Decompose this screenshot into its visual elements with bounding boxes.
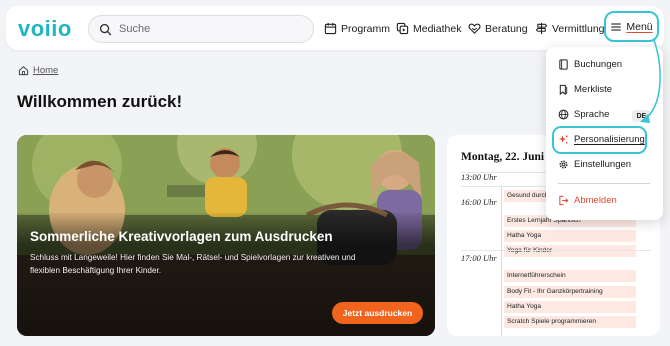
menu-item-merkliste[interactable]: Merkliste [558, 84, 612, 95]
media-library-icon [396, 22, 409, 35]
nav-programm-label: Programm [341, 22, 391, 35]
time-slot-1300: 13:00 Uhr [461, 172, 497, 182]
menu-button-label: Menü [626, 20, 653, 33]
nav-programm[interactable]: Programm [324, 22, 390, 35]
menu-item-label: Einstellungen [574, 159, 632, 170]
event-item[interactable]: Hatha Yoga [504, 301, 636, 313]
menu-item-abmelden[interactable]: Abmelden [558, 195, 617, 206]
language-badge: DE [632, 110, 651, 122]
hero-card[interactable]: Sommerliche Kreativvorlagen zum Ausdruck… [17, 135, 435, 336]
search-input[interactable] [119, 20, 299, 38]
print-now-button[interactable]: Jetzt ausdrucken [332, 302, 423, 324]
hamburger-icon [611, 22, 622, 31]
nav-beratung-label: Beratung [485, 22, 528, 35]
event-item[interactable]: Yoga für Kinder [504, 245, 636, 257]
menu-item-einstellungen[interactable]: Einstellungen [558, 159, 631, 170]
time-slot-1700: 17:00 Uhr [461, 253, 497, 263]
signpost-icon [535, 22, 548, 35]
menu-item-label: Abmelden [574, 195, 617, 206]
menu-divider [558, 183, 650, 184]
heart-hand-icon [468, 23, 481, 34]
page-title: Willkommen zurück! [17, 92, 183, 111]
personalisierung-highlight [552, 126, 647, 154]
event-item[interactable]: Body Fit - Ihr Ganzkörpertraining [504, 286, 636, 298]
divider [461, 250, 651, 251]
bookmark-icon [559, 84, 568, 95]
gear-icon [559, 160, 568, 169]
breadcrumb-home-link[interactable]: Home [33, 65, 58, 76]
hero-description: Schluss mit Langeweile! Hier finden Sie … [30, 253, 356, 275]
menu-button[interactable]: Menü [604, 11, 659, 42]
search-field[interactable] [88, 15, 314, 43]
home-icon [18, 65, 29, 76]
calendar-icon [324, 22, 337, 35]
nav-vermittlung[interactable]: Vermittlung [535, 22, 605, 35]
top-navigation-bar: voiio Programm Mediathek Beratung Vermit… [6, 6, 664, 50]
menu-item-label: Merkliste [574, 84, 613, 95]
event-item[interactable]: Internetführerschein [504, 270, 636, 282]
hero-title: Sommerliche Kreativvorlagen zum Ausdruck… [30, 229, 333, 244]
timeline-line [501, 186, 502, 250]
nav-mediathek-label: Mediathek [413, 22, 462, 35]
logout-icon [559, 195, 569, 206]
bookings-icon [559, 59, 568, 70]
globe-icon [558, 109, 569, 120]
event-item[interactable]: Scratch Spiele programmieren [504, 316, 636, 328]
breadcrumb[interactable]: Home [18, 65, 58, 76]
timeline-line [501, 250, 502, 336]
voiio-logo[interactable]: voiio [18, 16, 72, 42]
nav-beratung[interactable]: Beratung [468, 22, 528, 35]
schedule-date: Montag, 22. Juni [461, 151, 545, 163]
nav-mediathek[interactable]: Mediathek [396, 22, 461, 35]
nav-vermittlung-label: Vermittlung [552, 22, 605, 35]
search-icon [99, 23, 112, 36]
menu-item-label: Buchungen [574, 59, 623, 70]
menu-item-buchungen[interactable]: Buchungen [558, 59, 622, 70]
menu-item-label: Sprache [574, 109, 610, 120]
menu-item-sprache[interactable]: Sprache [558, 109, 609, 120]
time-slot-1600: 16:00 Uhr [461, 197, 497, 207]
event-item[interactable]: Hatha Yoga [504, 230, 636, 242]
